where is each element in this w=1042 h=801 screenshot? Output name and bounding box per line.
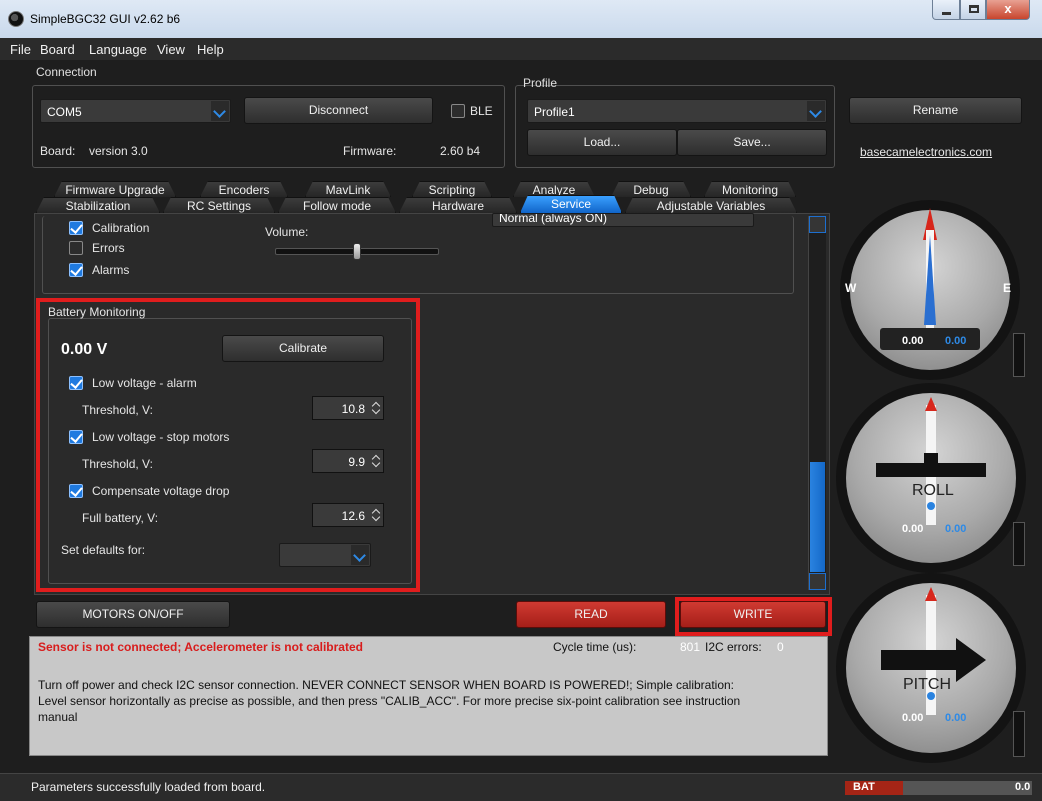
pitch-marker [925, 587, 937, 601]
menu-bar: File Board Language View Help [0, 38, 1042, 60]
tab-rc-settings[interactable]: RC Settings [163, 197, 275, 213]
maximize-button[interactable] [960, 0, 986, 20]
tab-debug[interactable]: Debug [611, 181, 691, 197]
volume-label: Volume: [265, 225, 309, 239]
i2c-label: I2C errors: [705, 640, 762, 654]
chevron-down-icon [211, 101, 229, 121]
errors-checkbox[interactable] [69, 241, 83, 255]
title-bar: SimpleBGC32 GUI v2.62 b6 x [0, 0, 1042, 38]
status-message: Turn off power and check I2C sensor conn… [38, 678, 741, 724]
board-label: Board: [40, 144, 76, 158]
minimize-icon [942, 12, 951, 15]
battery-highlight [36, 298, 420, 592]
pitch-label: PITCH [903, 676, 951, 693]
app-icon [8, 11, 24, 27]
pitch-value-blue: 0.00 [945, 712, 967, 724]
mode-select[interactable]: Normal (always ON) [492, 213, 754, 227]
close-button[interactable]: x [986, 0, 1030, 20]
read-button[interactable]: READ [516, 601, 666, 628]
tab-follow-mode[interactable]: Follow mode [278, 197, 396, 213]
menu-file[interactable]: File [10, 42, 31, 57]
calibration-checkbox[interactable] [69, 221, 83, 235]
save-button[interactable]: Save... [677, 129, 827, 156]
close-icon: x [1004, 1, 1012, 16]
firmware-version: 2.60 b4 [440, 144, 481, 158]
disconnect-button[interactable]: Disconnect [244, 97, 433, 124]
pitch-level-bar [1013, 711, 1025, 757]
roll-center-dot [927, 502, 935, 510]
tab-encoders[interactable]: Encoders [200, 181, 288, 197]
tab-scripting[interactable]: Scripting [412, 181, 492, 197]
tab-service[interactable]: Service [520, 195, 622, 213]
status-bar-message: Parameters successfully loaded from boar… [31, 780, 266, 794]
roll-graphic [876, 397, 986, 525]
minimize-button[interactable] [932, 0, 960, 20]
tab-firmware-upgrade[interactable]: Firmware Upgrade [54, 181, 176, 197]
battery-label: BAT [853, 781, 875, 793]
port-select[interactable]: COM5 [40, 99, 231, 123]
pitch-value-white: 0.00 [902, 712, 924, 724]
errors-label: Errors [92, 241, 125, 255]
chevron-down-icon [807, 101, 825, 121]
load-button[interactable]: Load... [527, 129, 677, 156]
scroll-up-icon[interactable] [809, 216, 826, 233]
board-version: version 3.0 [89, 144, 148, 158]
yaw-value-white: 0.00 [902, 335, 924, 347]
battery-value: 0.0 [1015, 781, 1031, 793]
window-title: SimpleBGC32 GUI v2.62 b6 [30, 12, 181, 26]
yaw-needle [924, 235, 936, 325]
calibration-label: Calibration [92, 221, 150, 235]
port-value: COM5 [47, 105, 82, 119]
ble-label: BLE [470, 104, 493, 118]
write-highlight [675, 597, 832, 636]
panel-scrollbar[interactable] [808, 216, 826, 590]
firmware-label: Firmware: [343, 144, 397, 158]
menu-language[interactable]: Language [89, 42, 147, 57]
menu-view[interactable]: View [157, 42, 185, 57]
alarms-label: Alarms [92, 263, 130, 277]
scroll-thumb[interactable] [810, 462, 825, 572]
alarms-checkbox[interactable] [69, 263, 83, 277]
yaw-level-bar [1013, 333, 1025, 377]
tab-stabilization[interactable]: Stabilization [36, 197, 160, 213]
roll-label: ROLL [912, 482, 954, 499]
scroll-down-icon[interactable] [809, 573, 826, 590]
pitch-arrow-body [881, 650, 961, 670]
cycle-label: Cycle time (us): [553, 640, 637, 654]
website-link[interactable]: basecamelectronics.com [860, 145, 992, 159]
roll-level-bar [1013, 522, 1025, 566]
volume-slider-handle[interactable] [353, 243, 361, 260]
menu-help[interactable]: Help [197, 42, 224, 57]
profile-value: Profile1 [534, 105, 575, 119]
pitch-arrow-head-icon [956, 638, 986, 682]
mode-value: Normal (always ON) [499, 213, 608, 225]
tab-monitoring[interactable]: Monitoring [704, 181, 796, 197]
yaw-west-label: W [845, 281, 857, 295]
sensor-error: Sensor is not connected; Accelerometer i… [38, 640, 363, 654]
i2c-value: 0 [777, 640, 784, 654]
rename-button[interactable]: Rename [849, 97, 1022, 124]
sound-group [42, 216, 794, 294]
tab-mavlink[interactable]: MavLink [305, 181, 391, 197]
menu-board[interactable]: Board [40, 42, 75, 57]
motors-button[interactable]: MOTORS ON/OFF [36, 601, 230, 628]
maximize-icon [969, 5, 979, 13]
roll-value-blue: 0.00 [945, 523, 967, 535]
roll-horizon-notch [924, 453, 938, 467]
tab-adjustable-variables[interactable]: Adjustable Variables [625, 197, 797, 213]
roll-marker [925, 397, 937, 411]
profile-label: Profile [523, 76, 558, 90]
tab-hardware[interactable]: Hardware [399, 197, 517, 213]
ble-checkbox[interactable] [451, 104, 465, 118]
profile-select[interactable]: Profile1 [527, 99, 827, 123]
tab-analyze[interactable]: Analyze [513, 181, 595, 197]
yaw-value-blue: 0.00 [945, 335, 967, 347]
roll-value-white: 0.00 [902, 523, 924, 535]
pitch-graphic [881, 587, 986, 715]
yaw-needle-graphic [880, 208, 980, 350]
connection-label: Connection [36, 65, 97, 79]
cycle-value: 801 [680, 640, 701, 654]
yaw-east-label: E [1003, 281, 1012, 295]
